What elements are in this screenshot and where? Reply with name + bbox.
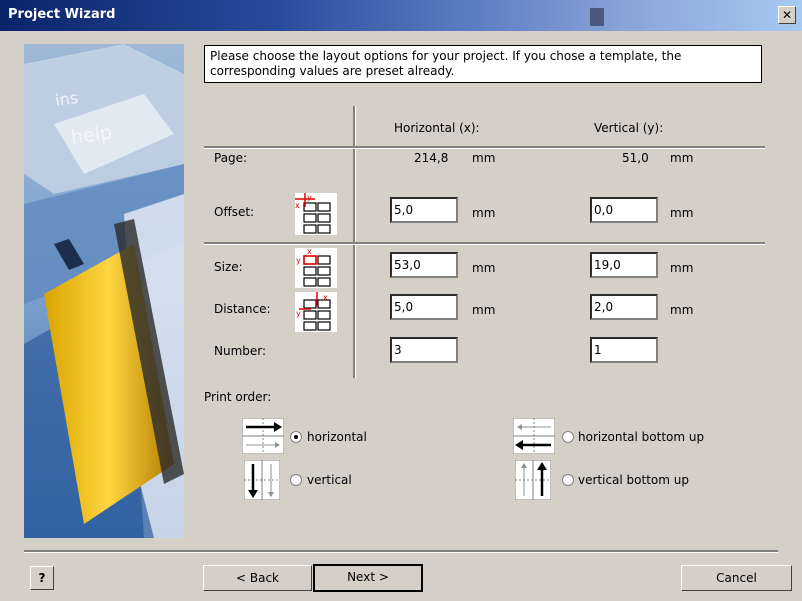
svg-text:x: x: [323, 293, 328, 302]
vertical-order-icon: [244, 460, 280, 500]
distance-x-field[interactable]: [390, 294, 458, 320]
size-x-unit: mm: [472, 261, 496, 275]
distance-y-unit: mm: [670, 303, 694, 317]
offset-separator: [204, 242, 765, 245]
svg-text:y: y: [296, 256, 301, 265]
svg-text:y: y: [307, 193, 312, 202]
distance-diagram-icon: x y: [295, 292, 337, 332]
help-button[interactable]: ?: [30, 566, 54, 590]
offset-x-field[interactable]: [390, 197, 458, 223]
side-image-word-ins: ins: [54, 88, 79, 110]
number-x-field[interactable]: [390, 337, 458, 363]
print-order-label: Print order:: [204, 390, 272, 404]
page-height-value: 51,0: [622, 151, 649, 165]
offset-label: Offset:: [214, 205, 255, 219]
vertical-radio[interactable]: [290, 474, 302, 486]
size-diagram-icon: x y: [295, 248, 337, 288]
offset-y-unit: mm: [670, 206, 694, 220]
horizontal-bottom-up-option-label[interactable]: horizontal bottom up: [578, 430, 704, 444]
page-label: Page:: [214, 151, 248, 165]
offset-x-unit: mm: [472, 206, 496, 220]
svg-text:x: x: [295, 201, 300, 210]
close-button[interactable]: ✕: [778, 6, 796, 24]
page-height-unit: mm: [670, 151, 694, 165]
horizontal-radio[interactable]: [290, 431, 302, 443]
vertical-bottom-up-radio[interactable]: [562, 474, 574, 486]
distance-y-field[interactable]: [590, 294, 658, 320]
svg-text:x: x: [307, 248, 312, 256]
horizontal-column-header: Horizontal (x):: [394, 121, 480, 135]
vertical-column-header: Vertical (y):: [594, 121, 664, 135]
size-x-field[interactable]: [390, 252, 458, 278]
vertical-bottom-up-option-label[interactable]: vertical bottom up: [578, 473, 689, 487]
title-bar: Project Wizard ✕: [0, 0, 802, 31]
vertical-bottom-up-icon: [515, 460, 551, 500]
window-title: Project Wizard: [8, 7, 116, 22]
distance-x-unit: mm: [472, 303, 496, 317]
header-separator: [204, 146, 765, 149]
horizontal-option-label[interactable]: horizontal: [307, 430, 367, 444]
next-button[interactable]: Next >: [313, 564, 423, 592]
horizontal-bottom-up-icon: [513, 418, 555, 454]
title-bar-decoration: [590, 8, 604, 26]
page-width-unit: mm: [472, 151, 496, 165]
number-y-field[interactable]: [590, 337, 658, 363]
intro-text: Please choose the layout options for you…: [204, 45, 762, 83]
vertical-option-label[interactable]: vertical: [307, 473, 352, 487]
footer-separator: [24, 550, 778, 553]
number-label: Number:: [214, 344, 267, 358]
back-button[interactable]: < Back: [203, 565, 312, 591]
page-width-value: 214,8: [414, 151, 449, 165]
svg-text:y: y: [296, 309, 301, 318]
distance-label: Distance:: [214, 302, 271, 316]
help-icon: ?: [38, 571, 46, 585]
cancel-button[interactable]: Cancel: [681, 565, 792, 591]
offset-diagram-icon: y x: [295, 193, 337, 235]
size-y-field[interactable]: [590, 252, 658, 278]
horizontal-bottom-up-radio[interactable]: [562, 431, 574, 443]
size-y-unit: mm: [670, 261, 694, 275]
horizontal-order-icon: [242, 418, 284, 454]
offset-y-field[interactable]: [590, 197, 658, 223]
size-label: Size:: [214, 260, 243, 274]
wizard-side-image: ins help: [24, 44, 184, 538]
